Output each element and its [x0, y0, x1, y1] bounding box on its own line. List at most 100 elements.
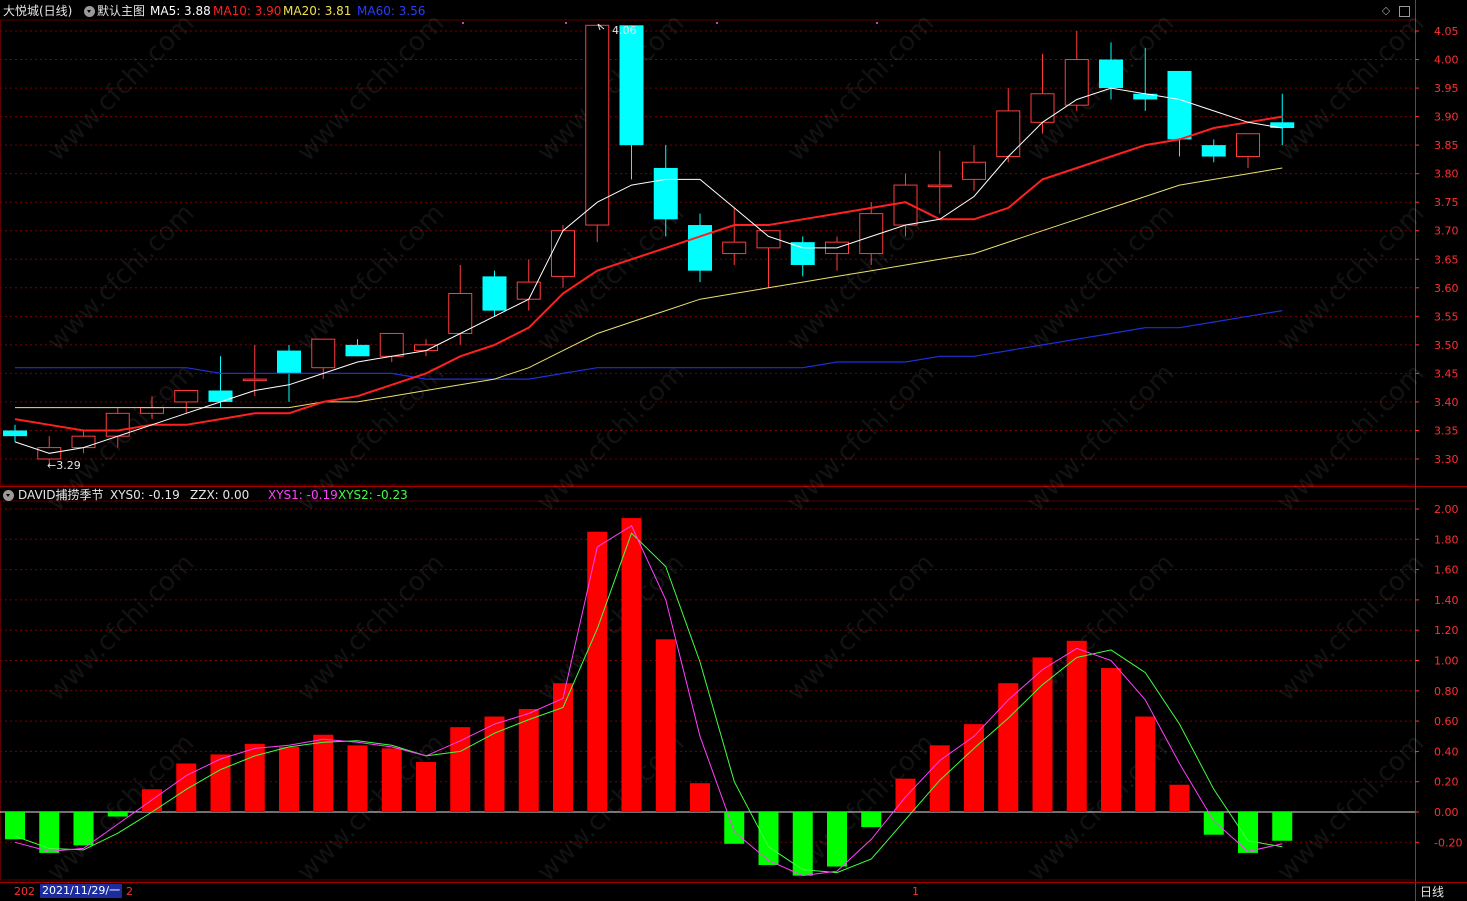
xys0-bar — [142, 789, 162, 812]
ma5-value: MA5: 3.88 — [150, 4, 211, 18]
watermark-text: www.cfchi.com — [1021, 358, 1180, 517]
stock-name-label: 大悦城(日线) — [3, 4, 73, 18]
watermark-text: www.cfchi.com — [41, 548, 200, 707]
xys0-bar — [792, 812, 813, 876]
xys0-bar — [861, 812, 882, 828]
high-price-annotation: 4.06 — [612, 24, 637, 37]
main-chart-menu-icon[interactable] — [84, 6, 95, 17]
signal-marker — [716, 22, 718, 24]
watermark-text: www.cfchi.com — [531, 358, 690, 517]
xys0-bar — [827, 812, 847, 867]
xys0-bar — [107, 812, 128, 817]
watermark-text: www.cfchi.com — [1271, 198, 1430, 357]
candle-body-up — [516, 281, 541, 300]
signal-marker — [876, 22, 878, 24]
xys0-bar — [73, 812, 94, 846]
price-tick-label: 3.80 — [1434, 168, 1459, 181]
indicator-tick-label: 1.20 — [1434, 624, 1459, 637]
ma20-value: MA20: 3.81 — [283, 4, 352, 18]
indicator-tick-label: 0.00 — [1434, 806, 1459, 819]
xys0-bar — [964, 724, 984, 812]
candle-body-up — [1064, 59, 1089, 106]
watermark-text: www.cfchi.com — [1271, 548, 1430, 707]
xys0-bar — [895, 778, 916, 812]
watermark-text: www.cfchi.com — [781, 358, 940, 517]
xys0-bar — [1066, 640, 1087, 812]
xys0-bar — [210, 754, 231, 812]
watermark-text: www.cfchi.com — [291, 548, 450, 707]
price-tick-label: 3.55 — [1434, 310, 1459, 323]
price-tick-label: 3.50 — [1434, 339, 1459, 352]
maximize-icon[interactable] — [1399, 6, 1410, 17]
indicator-tick-label: 0.20 — [1434, 776, 1459, 789]
candle-body-down — [3, 430, 27, 437]
low-price-annotation: ←3.29 — [47, 459, 81, 472]
xys0-bar — [518, 708, 539, 812]
xys0-bar — [381, 748, 402, 812]
candle-body-down — [1133, 93, 1158, 100]
xys0-bar — [1238, 812, 1258, 853]
period-button[interactable]: 日线 — [1420, 885, 1444, 899]
price-tick-label: 3.40 — [1434, 396, 1459, 409]
zzx-value: ZZX: 0.00 — [190, 488, 250, 502]
indicator-tick-label: 0.60 — [1434, 715, 1459, 728]
xys0-bar — [176, 763, 197, 812]
diamond-icon[interactable]: ◇ — [1380, 5, 1392, 17]
xys0-bar — [313, 734, 334, 812]
indicator-tick-label: 1.60 — [1434, 564, 1459, 577]
indicator-tick-label: 1.80 — [1434, 533, 1459, 546]
candle-body-down — [277, 350, 301, 374]
ma60-value: MA60: 3.56 — [357, 4, 426, 18]
candle-body-up — [140, 407, 164, 414]
xys0-bar — [347, 745, 368, 812]
price-tick-label: 3.35 — [1434, 424, 1459, 437]
candle-body-down — [619, 25, 644, 146]
candle-body-down — [1270, 122, 1295, 129]
indicator-tick-label: 0.80 — [1434, 685, 1459, 698]
candle-body-down — [1201, 145, 1226, 157]
xys0-bar — [39, 812, 60, 853]
candle-body-up — [448, 293, 473, 334]
axis-month-label: 2 — [126, 885, 133, 898]
xys0-bar — [587, 531, 608, 812]
ma10-value: MA10: 3.90 — [213, 4, 282, 18]
xys0-bar — [1272, 812, 1293, 841]
candle-body-down — [482, 276, 507, 311]
xys0-bar — [724, 812, 745, 844]
price-tick-label: 3.90 — [1434, 111, 1459, 124]
xys0-bar — [1032, 657, 1053, 812]
watermark-text: www.cfchi.com — [1271, 358, 1430, 517]
indicator-tick-label: 1.40 — [1434, 594, 1459, 607]
price-tick-label: 3.75 — [1434, 196, 1459, 209]
price-tick-label: 3.45 — [1434, 367, 1459, 380]
xys0-bar — [758, 812, 779, 866]
indicator-tick-label: 0.40 — [1434, 745, 1459, 758]
candle-body-up — [379, 332, 404, 357]
candle-body-up — [893, 184, 918, 226]
chart-canvas[interactable]: 4.05 4.00 3.95 3.90 3.85 3.80 3.75 3.70 3.65 3.60… — [0, 0, 1467, 901]
xys0-bar — [1169, 784, 1190, 812]
axis-month-label-2: 1 — [912, 885, 919, 898]
xys0-bar — [998, 683, 1019, 812]
candle-body-up — [996, 110, 1021, 158]
indicator-name[interactable]: DAVID捕捞季节 — [18, 488, 103, 502]
xys0-value: XYS0: -0.19 — [110, 488, 180, 502]
price-tick-label: 3.65 — [1434, 253, 1459, 266]
watermark-text: www.cfchi.com — [1021, 198, 1180, 357]
axis-year-label: 202 — [14, 885, 35, 898]
candle-body-up — [962, 161, 986, 180]
candle-body-up — [105, 412, 130, 437]
indicator-menu-icon[interactable] — [3, 490, 14, 501]
main-chart-label[interactable]: 默认主图 — [97, 4, 145, 18]
candle-body-up — [722, 241, 747, 255]
watermark-text: www.cfchi.com — [1271, 728, 1430, 887]
indicator-tick-label: 1.00 — [1434, 655, 1459, 668]
xys0-bar — [621, 518, 642, 812]
candle-body-up — [71, 435, 96, 449]
xys0-bar — [416, 762, 436, 812]
watermark-text: www.cfchi.com — [531, 198, 690, 357]
xys0-bar — [655, 639, 676, 812]
candle-body-up — [311, 338, 336, 369]
signal-marker — [462, 22, 464, 24]
candle-body-up — [585, 24, 610, 226]
